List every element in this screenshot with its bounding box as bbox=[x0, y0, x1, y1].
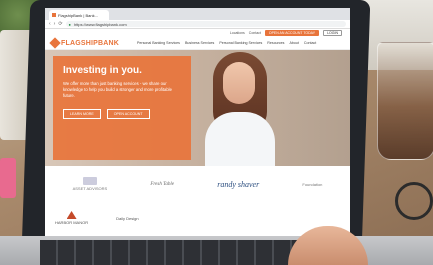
sponsor-logo: Fresh Table bbox=[150, 181, 175, 187]
eyeglasses bbox=[395, 182, 433, 220]
nav-menu: Personal Banking Services Business Servi… bbox=[137, 41, 316, 45]
hero-title: Investing in you. bbox=[63, 65, 142, 76]
open-account-hero-button[interactable]: OPEN ACCOUNT bbox=[106, 109, 150, 120]
utility-bar: Locations Contact OPEN AN ACCOUNT TODAY … bbox=[45, 29, 350, 37]
person-face bbox=[223, 62, 255, 104]
nav-item-about[interactable]: About bbox=[289, 41, 298, 45]
lock-icon: ● bbox=[68, 21, 71, 27]
brand-logo[interactable]: FLAGSHIPBANK bbox=[49, 37, 120, 49]
nav-item-resources[interactable]: Resources bbox=[267, 41, 284, 45]
pink-object bbox=[0, 158, 16, 198]
forward-icon[interactable]: › bbox=[54, 21, 56, 27]
nav-item-contact[interactable]: Contact bbox=[304, 41, 316, 45]
browser-tab-bar: FlagshipBank | Bank... bbox=[45, 8, 350, 20]
hero-buttons: LEARN MORE OPEN ACCOUNT bbox=[63, 109, 181, 120]
learn-more-button[interactable]: LEARN MORE bbox=[63, 109, 101, 120]
nav-item-personal-banking-2[interactable]: Personal Banking Services bbox=[219, 41, 262, 45]
open-account-button[interactable]: OPEN AN ACCOUNT TODAY bbox=[264, 30, 320, 36]
url-input[interactable]: ● https://www.flagshipbank.com bbox=[65, 21, 346, 27]
house-icon bbox=[66, 211, 77, 219]
locations-link[interactable]: Locations bbox=[230, 31, 245, 35]
footer-logos: HARBOR MANOR Daily Design bbox=[45, 202, 350, 234]
site-navigation: FLAGSHIPBANK Personal Banking Services B… bbox=[45, 37, 350, 50]
partner-logo: Daily Design bbox=[116, 215, 139, 221]
favicon-icon bbox=[52, 13, 56, 17]
hero-photo bbox=[195, 50, 285, 166]
sponsor-mark-icon bbox=[82, 177, 97, 185]
tab-title: FlagshipBank | Bank... bbox=[58, 12, 98, 18]
hero-overlay: Investing in you. We offer more than jus… bbox=[53, 56, 191, 160]
person-shirt bbox=[205, 112, 275, 166]
laptop-screen: FlagshipBank | Bank... ‹ › ⟳ ● https://w… bbox=[45, 8, 350, 240]
brand-name: FLAGSHIPBANK bbox=[61, 39, 120, 47]
browser-tab[interactable]: FlagshipBank | Bank... bbox=[49, 10, 109, 20]
address-bar: ‹ › ⟳ ● https://www.flagshipbank.com bbox=[45, 20, 350, 29]
back-icon[interactable]: ‹ bbox=[49, 21, 51, 27]
sponsor-logos: ASSET ADVISORS Fresh Table randy shaver … bbox=[45, 166, 350, 202]
login-button[interactable]: LOGIN bbox=[323, 30, 342, 36]
flag-logo-icon bbox=[49, 37, 61, 49]
coffee-glass bbox=[377, 42, 433, 160]
hero-banner: Investing in you. We offer more than jus… bbox=[45, 50, 350, 166]
hero-body: We offer more than just banking services… bbox=[63, 81, 172, 99]
contact-link[interactable]: Contact bbox=[249, 31, 261, 35]
nav-item-business[interactable]: Business Services bbox=[185, 41, 214, 45]
url-text: https://www.flagshipbank.com bbox=[73, 21, 127, 27]
sponsor-logo: Foundation bbox=[302, 181, 323, 187]
nav-item-personal-banking[interactable]: Personal Banking Services bbox=[137, 41, 180, 45]
sponsor-logo-featured: randy shaver bbox=[217, 179, 260, 189]
reload-icon[interactable]: ⟳ bbox=[58, 21, 62, 27]
partner-logo: HARBOR MANOR bbox=[55, 211, 88, 225]
sponsor-logo: ASSET ADVISORS bbox=[73, 177, 107, 191]
